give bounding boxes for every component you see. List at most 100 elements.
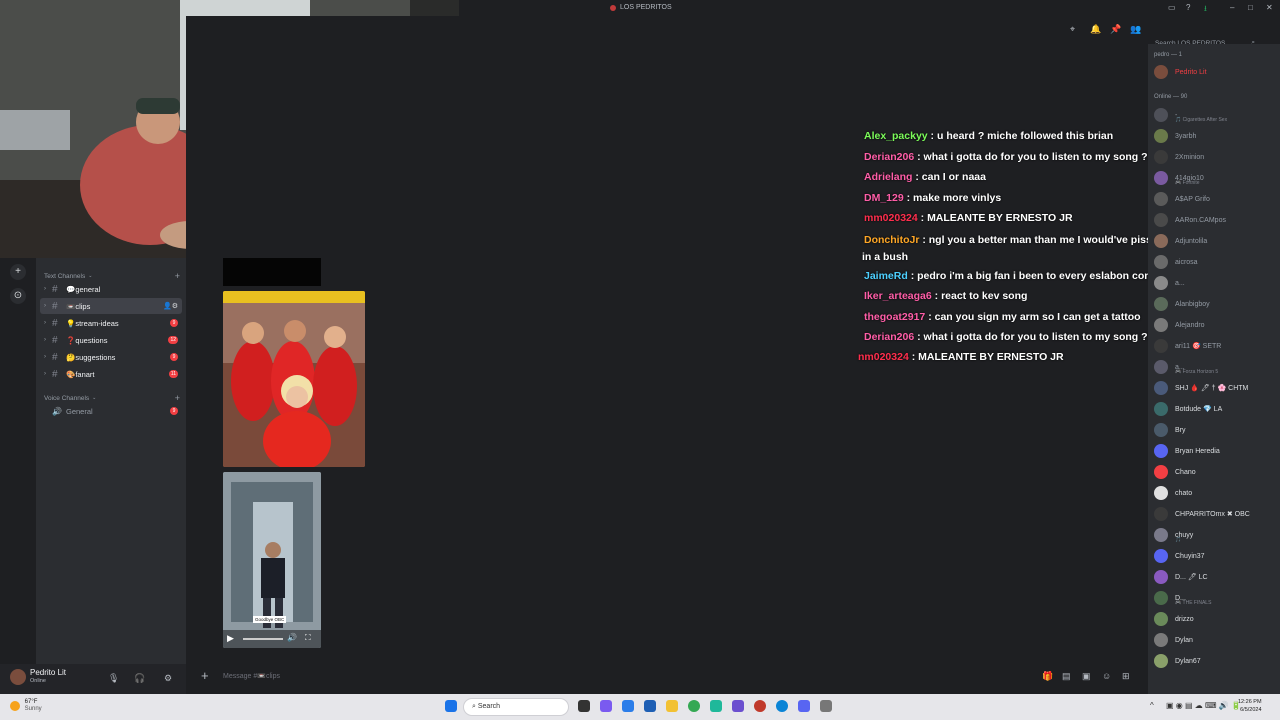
edge-icon[interactable] <box>776 700 788 712</box>
app-icon[interactable] <box>600 700 612 712</box>
emoji-icon[interactable]: ☺ <box>1102 671 1111 681</box>
channel-stream-ideas[interactable]: › # 💡stream-ideas 9 <box>40 315 182 331</box>
play-icon[interactable]: ▶ <box>227 633 234 644</box>
windows-start-icon[interactable] <box>445 700 457 712</box>
add-server-icon[interactable]: + <box>10 264 26 280</box>
member-item[interactable]: Alejandro <box>1154 316 1278 334</box>
members-icon[interactable]: 👥 <box>1130 24 1141 35</box>
member-item[interactable]: drizzo <box>1154 610 1278 628</box>
voice-channel-general[interactable]: 🔊 General 9 <box>40 403 182 419</box>
app-icon[interactable] <box>732 700 744 712</box>
message-input[interactable]: Message #📼clips <box>223 672 280 680</box>
gift-icon[interactable]: 🎁 <box>1042 671 1053 682</box>
member-item[interactable]: Adjuntolila <box>1154 232 1278 250</box>
clock[interactable]: 12:26 PM 6/5/2024 <box>1238 698 1262 714</box>
invite-icon[interactable]: 👤⚙ <box>163 302 178 310</box>
channel-fanart[interactable]: › # 🎨fanart 11 <box>40 366 182 382</box>
headphones-icon[interactable]: 🎧 <box>134 673 145 684</box>
member-item[interactable]: Chuyin37 <box>1154 547 1278 565</box>
gif-icon[interactable]: ▤ <box>1062 671 1071 682</box>
sticker-icon[interactable]: ▣ <box>1082 671 1091 682</box>
video-progress[interactable] <box>243 638 283 640</box>
video-attachment[interactable]: Goodbye OBC ▶ 🔊 ⛶ <box>223 472 321 648</box>
member-item[interactable]: Dylan67 <box>1154 652 1278 670</box>
discord-icon[interactable] <box>798 700 810 712</box>
member-item[interactable]: ari11 🎯 SETR <box>1154 337 1278 355</box>
task-view-icon[interactable] <box>578 700 590 712</box>
image-attachment[interactable] <box>223 291 365 467</box>
avatar[interactable] <box>10 669 26 685</box>
member-item[interactable]: Botdude 💎 LA <box>1154 400 1278 418</box>
tray-chevron-icon[interactable]: ^ <box>1150 701 1154 710</box>
category-voice-channels[interactable]: Voice Channels ⌄ + <box>44 393 180 403</box>
member-name: Chuyin37 <box>1175 552 1205 560</box>
member-item[interactable]: CHPARRITOmx ✖ OBC <box>1154 505 1278 523</box>
add-attachment-icon[interactable]: + <box>201 668 209 683</box>
avatar <box>1154 213 1168 227</box>
member-item[interactable]: chuyy 🎵 <box>1154 526 1278 544</box>
chat-username: Adrielang <box>864 171 913 183</box>
member-item[interactable]: D... 🖊 LC <box>1154 568 1278 586</box>
member-item[interactable]: - 🎵 Cigarettes After Sex <box>1154 106 1278 124</box>
maximize-icon[interactable]: □ <box>1248 3 1253 12</box>
member-item[interactable]: Bryan Heredia <box>1154 442 1278 460</box>
member-item[interactable]: Pedrito Lit <box>1154 63 1278 81</box>
settings-gear-icon[interactable]: ⚙ <box>164 673 172 684</box>
member-item[interactable]: SHJ 🩸 🖊 † 🌸 CHTM <box>1154 379 1278 397</box>
inbox-icon[interactable]: ▭ <box>1168 3 1176 12</box>
member-item[interactable]: A$AP Grifo <box>1154 190 1278 208</box>
avatar <box>1154 129 1168 143</box>
apps-icon[interactable]: ⊞ <box>1122 671 1130 682</box>
settings-icon[interactable] <box>820 700 832 712</box>
member-item[interactable]: Chano <box>1154 463 1278 481</box>
window-title: LOS PEDRITOS <box>610 4 672 11</box>
channel-suggestions[interactable]: › # 🤔suggestions 9 <box>40 349 182 365</box>
minimize-icon[interactable]: – <box>1230 3 1234 12</box>
avatar <box>1154 150 1168 164</box>
member-item[interactable]: a... <box>1154 274 1278 292</box>
avatar <box>1154 549 1168 563</box>
member-item[interactable]: 3yarbh <box>1154 127 1278 145</box>
chat-message: Alex_packyy : u heard ? miche followed t… <box>864 130 1114 142</box>
channel-clips[interactable]: › # 📼clips 👤⚙ <box>40 298 182 314</box>
category-text-channels[interactable]: Text Channels ⌄ + <box>44 271 180 281</box>
image-attachment[interactable] <box>223 258 321 286</box>
chrome-icon[interactable] <box>688 700 700 712</box>
microphone-icon[interactable]: 🎙 <box>108 673 119 684</box>
app-icon[interactable] <box>644 700 656 712</box>
close-icon[interactable]: ✕ <box>1266 3 1273 12</box>
member-item[interactable]: a... 🎮 Forza Horizon 5 <box>1154 358 1278 376</box>
weather-widget[interactable]: 67°F Sunny <box>10 699 42 713</box>
download-icon[interactable]: ⭳ <box>1204 3 1207 17</box>
member-item[interactable]: AARon.CAMpos <box>1154 211 1278 229</box>
channel-general[interactable]: › # 💬general <box>40 281 182 297</box>
channel-questions[interactable]: › # ❓questions 12 <box>40 332 182 348</box>
add-channel-icon[interactable]: + <box>175 393 180 403</box>
taskbar-search[interactable]: ⌕ Search <box>463 698 569 716</box>
speaker-icon: 🔊 <box>52 406 62 416</box>
member-item[interactable]: chato <box>1154 484 1278 502</box>
file-explorer-icon[interactable] <box>666 700 678 712</box>
app-icon[interactable] <box>622 700 634 712</box>
member-item[interactable]: aicrosa <box>1154 253 1278 271</box>
member-item[interactable]: Dylan <box>1154 631 1278 649</box>
app-icon[interactable] <box>710 700 722 712</box>
help-icon[interactable]: ? <box>1186 3 1190 12</box>
member-name: Alejandro <box>1175 321 1205 329</box>
avatar <box>1154 192 1168 206</box>
add-channel-icon[interactable]: + <box>175 271 180 281</box>
tray-icons[interactable]: ▣ ◉ ▤ ☁ ⌨ 🔊 🔋 <box>1166 701 1241 710</box>
member-item[interactable]: 414gio10 🎮 Fortnite <box>1154 169 1278 187</box>
member-item[interactable]: Bry <box>1154 421 1278 439</box>
volume-icon[interactable]: 🔊 <box>287 633 297 642</box>
member-item[interactable]: D... 🎮 THE FINALS <box>1154 589 1278 607</box>
avatar <box>1154 360 1168 374</box>
member-item[interactable]: Alanbigboy <box>1154 295 1278 313</box>
app-icon[interactable] <box>754 700 766 712</box>
fullscreen-icon[interactable]: ⛶ <box>305 633 311 643</box>
bell-icon[interactable]: 🔔 <box>1090 24 1101 35</box>
discover-icon[interactable]: ⊙ <box>10 288 26 304</box>
threads-icon[interactable]: ⌖ <box>1070 24 1075 35</box>
pin-icon[interactable]: 📌 <box>1110 24 1121 35</box>
member-item[interactable]: 2Xminion <box>1154 148 1278 166</box>
